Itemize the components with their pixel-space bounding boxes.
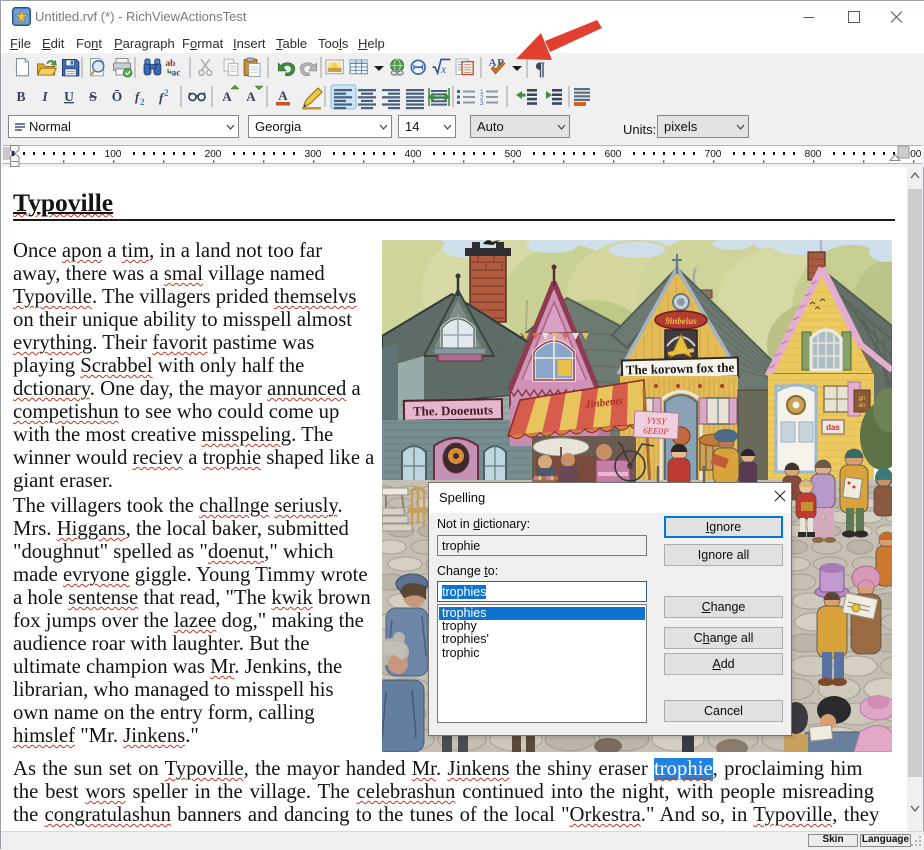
svg-text:700: 700 (705, 149, 722, 160)
svg-text:S: S (89, 89, 97, 104)
svg-text:The korown fox the: The korown fox the (626, 360, 735, 378)
svg-text:A: A (222, 89, 232, 104)
svg-text:A: A (278, 88, 288, 103)
svg-text:400: 400 (405, 149, 422, 160)
svg-text:x: x (440, 64, 446, 76)
svg-text:¶: ¶ (535, 59, 545, 80)
svg-text:The. Dooenuts: The. Dooenuts (413, 402, 493, 418)
svg-text:ac: ac (171, 69, 180, 79)
svg-text:800: 800 (805, 149, 822, 160)
svg-text:I: I (41, 89, 48, 104)
svg-text:das: das (826, 423, 840, 432)
svg-text:500: 500 (505, 149, 522, 160)
svg-text:ab: ab (165, 59, 175, 69)
svg-text:2: 2 (140, 97, 145, 107)
svg-text:Ō: Ō (112, 89, 123, 104)
svg-text:gn: gn (858, 395, 866, 402)
svg-text:A: A (246, 89, 256, 104)
svg-text:3: 3 (480, 100, 484, 107)
svg-text:an: an (858, 402, 866, 409)
svg-text:9inbeius: 9inbeius (665, 316, 697, 326)
svg-text:B: B (16, 89, 25, 104)
svg-text:300: 300 (305, 149, 322, 160)
svg-text:6EE0P: 6EE0P (643, 425, 669, 436)
svg-text:100: 100 (105, 149, 122, 160)
svg-text:2: 2 (164, 88, 169, 98)
svg-text:U: U (64, 89, 74, 104)
svg-text:200: 200 (205, 149, 222, 160)
svg-text:600: 600 (605, 149, 622, 160)
